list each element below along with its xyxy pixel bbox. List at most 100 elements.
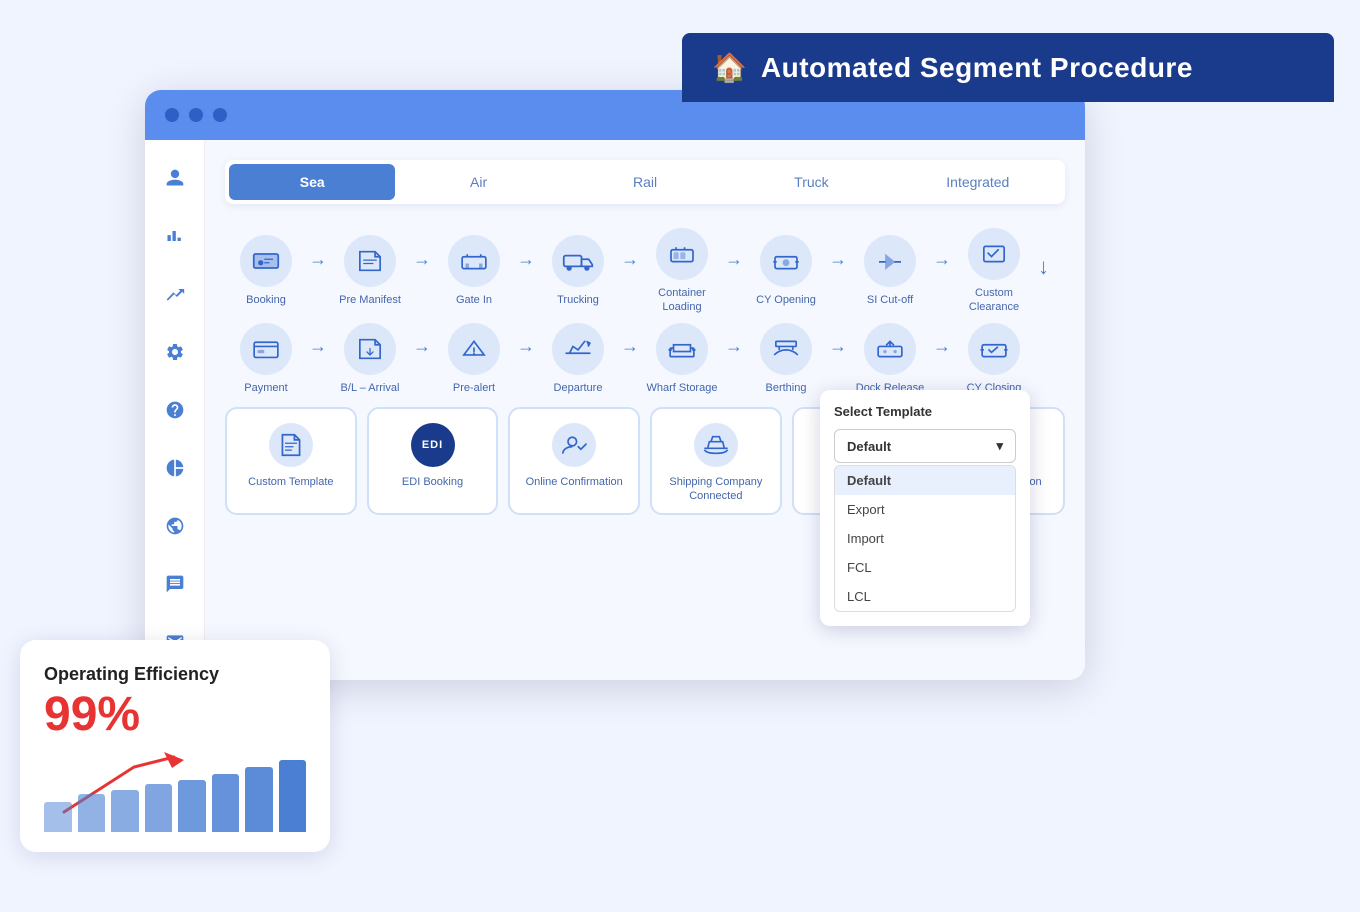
step-icon-trucking [552, 235, 604, 287]
sidebar-icon-chat[interactable] [157, 566, 193, 602]
arrow-14: → [829, 336, 847, 357]
step-gate-in[interactable]: Gate In [433, 235, 515, 307]
card-custom-template[interactable]: Custom Template [225, 407, 357, 516]
template-option-lcl[interactable]: LCL [835, 582, 1015, 611]
arrow-3: → [517, 249, 535, 270]
step-icon-berthing [760, 323, 812, 375]
arrow-11: → [517, 336, 535, 357]
bar-5 [178, 780, 206, 832]
step-cy-closing[interactable]: CY Closing [953, 323, 1035, 395]
card-label-custom-template: Custom Template [248, 475, 333, 489]
card-icon-shipping-company [694, 423, 738, 467]
step-custom-clearance[interactable]: Custom Clearance ↓ [953, 228, 1035, 315]
arrow-9: → [309, 336, 327, 357]
step-wharf-storage[interactable]: Wharf Storage [641, 323, 723, 395]
select-template-label: Select Template [834, 404, 1016, 419]
arrow-6: → [829, 249, 847, 270]
window-dot-2 [189, 108, 203, 122]
bar-2 [78, 794, 106, 832]
home-icon: 🏠 [712, 51, 747, 84]
step-container-loading[interactable]: Container Loading [641, 228, 723, 315]
bar-4 [145, 784, 173, 832]
step-icon-pre-alert [448, 323, 500, 375]
step-label-pre-manifest: Pre Manifest [339, 293, 401, 307]
step-label-bl-arrival: B/L – Arrival [341, 381, 400, 395]
tab-air[interactable]: Air [395, 164, 561, 200]
sidebar-icon-settings[interactable] [157, 334, 193, 370]
arrow-13: → [725, 336, 743, 357]
step-pre-manifest[interactable]: Pre Manifest [329, 235, 411, 307]
tab-integrated[interactable]: Integrated [895, 164, 1061, 200]
step-icon-custom-clearance [968, 228, 1020, 280]
arrow-5: → [725, 249, 743, 270]
template-option-default[interactable]: Default [835, 466, 1015, 495]
step-cy-opening[interactable]: CY Opening [745, 235, 827, 307]
arrow-7: → [933, 249, 951, 270]
step-icon-booking [240, 235, 292, 287]
workflow-row-1: Booking → Pre Manifest → Gate In → [225, 228, 1065, 315]
card-label-edi-booking: EDI Booking [402, 475, 463, 489]
transport-tabs: Sea Air Rail Truck Integrated [225, 160, 1065, 204]
step-berthing[interactable]: Berthing [745, 323, 827, 395]
card-edi-booking[interactable]: EDI EDI Booking [367, 407, 499, 516]
tab-truck[interactable]: Truck [728, 164, 894, 200]
arrow-12: → [621, 336, 639, 357]
sidebar-icon-help[interactable] [157, 392, 193, 428]
bar-6 [212, 774, 240, 832]
step-payment[interactable]: Payment [225, 323, 307, 395]
selected-template-value: Default [847, 439, 891, 454]
step-bl-arrival[interactable]: B/L – Arrival [329, 323, 411, 395]
step-icon-departure [552, 323, 604, 375]
page-title: Automated Segment Procedure [761, 52, 1193, 84]
step-icon-si-cutoff [864, 235, 916, 287]
step-label-si-cutoff: SI Cut-off [867, 293, 913, 307]
card-online-confirmation[interactable]: Online Confirmation [508, 407, 640, 516]
step-booking[interactable]: Booking [225, 235, 307, 307]
card-icon-online-confirmation [552, 423, 596, 467]
card-label-online-confirmation: Online Confirmation [526, 475, 623, 489]
select-template-panel: Select Template Default ▾ Default Export… [820, 390, 1030, 626]
step-icon-dock-release [864, 323, 916, 375]
efficiency-value: 99% [44, 689, 306, 742]
card-icon-custom-template [269, 423, 313, 467]
step-dock-release[interactable]: Dock Release [849, 323, 931, 395]
template-dropdown-list: Default Export Import FCL LCL [834, 465, 1016, 612]
efficiency-chart [44, 752, 306, 832]
step-si-cutoff[interactable]: SI Cut-off [849, 235, 931, 307]
tab-sea[interactable]: Sea [229, 164, 395, 200]
window-dot-1 [165, 108, 179, 122]
step-trucking[interactable]: Trucking [537, 235, 619, 307]
workflow-row-2: Payment → B/L – Arrival → Pre-alert → [225, 323, 1065, 395]
efficiency-title: Operating Efficiency [44, 664, 306, 685]
sidebar-icon-trending[interactable] [157, 276, 193, 312]
step-icon-cy-closing [968, 323, 1020, 375]
arrow-4: → [621, 249, 639, 270]
step-label-container-loading: Container Loading [642, 286, 722, 315]
sidebar-icon-chart[interactable] [157, 218, 193, 254]
sidebar-icon-pie[interactable] [157, 450, 193, 486]
step-icon-wharf-storage [656, 323, 708, 375]
step-icon-bl-arrival [344, 323, 396, 375]
sidebar-icon-user[interactable] [157, 160, 193, 196]
step-departure[interactable]: Departure [537, 323, 619, 395]
down-arrow: ↓ [1038, 254, 1049, 280]
step-icon-container-loading [656, 228, 708, 280]
step-icon-payment [240, 323, 292, 375]
card-shipping-company[interactable]: Shipping Company Connected [650, 407, 782, 516]
step-label-booking: Booking [246, 293, 286, 307]
tab-rail[interactable]: Rail [562, 164, 728, 200]
step-label-cy-opening: CY Opening [756, 293, 816, 307]
step-pre-alert[interactable]: Pre-alert [433, 323, 515, 395]
bar-7 [245, 767, 273, 832]
template-option-fcl[interactable]: FCL [835, 553, 1015, 582]
step-label-payment: Payment [244, 381, 287, 395]
chevron-down-icon: ▾ [996, 438, 1003, 454]
template-option-import[interactable]: Import [835, 524, 1015, 553]
step-icon-pre-manifest [344, 235, 396, 287]
efficiency-card: Operating Efficiency 99% [20, 640, 330, 852]
sidebar-icon-globe[interactable] [157, 508, 193, 544]
template-select-button[interactable]: Default ▾ [834, 429, 1016, 463]
arrow-1: → [309, 249, 327, 270]
template-option-export[interactable]: Export [835, 495, 1015, 524]
step-label-trucking: Trucking [557, 293, 599, 307]
